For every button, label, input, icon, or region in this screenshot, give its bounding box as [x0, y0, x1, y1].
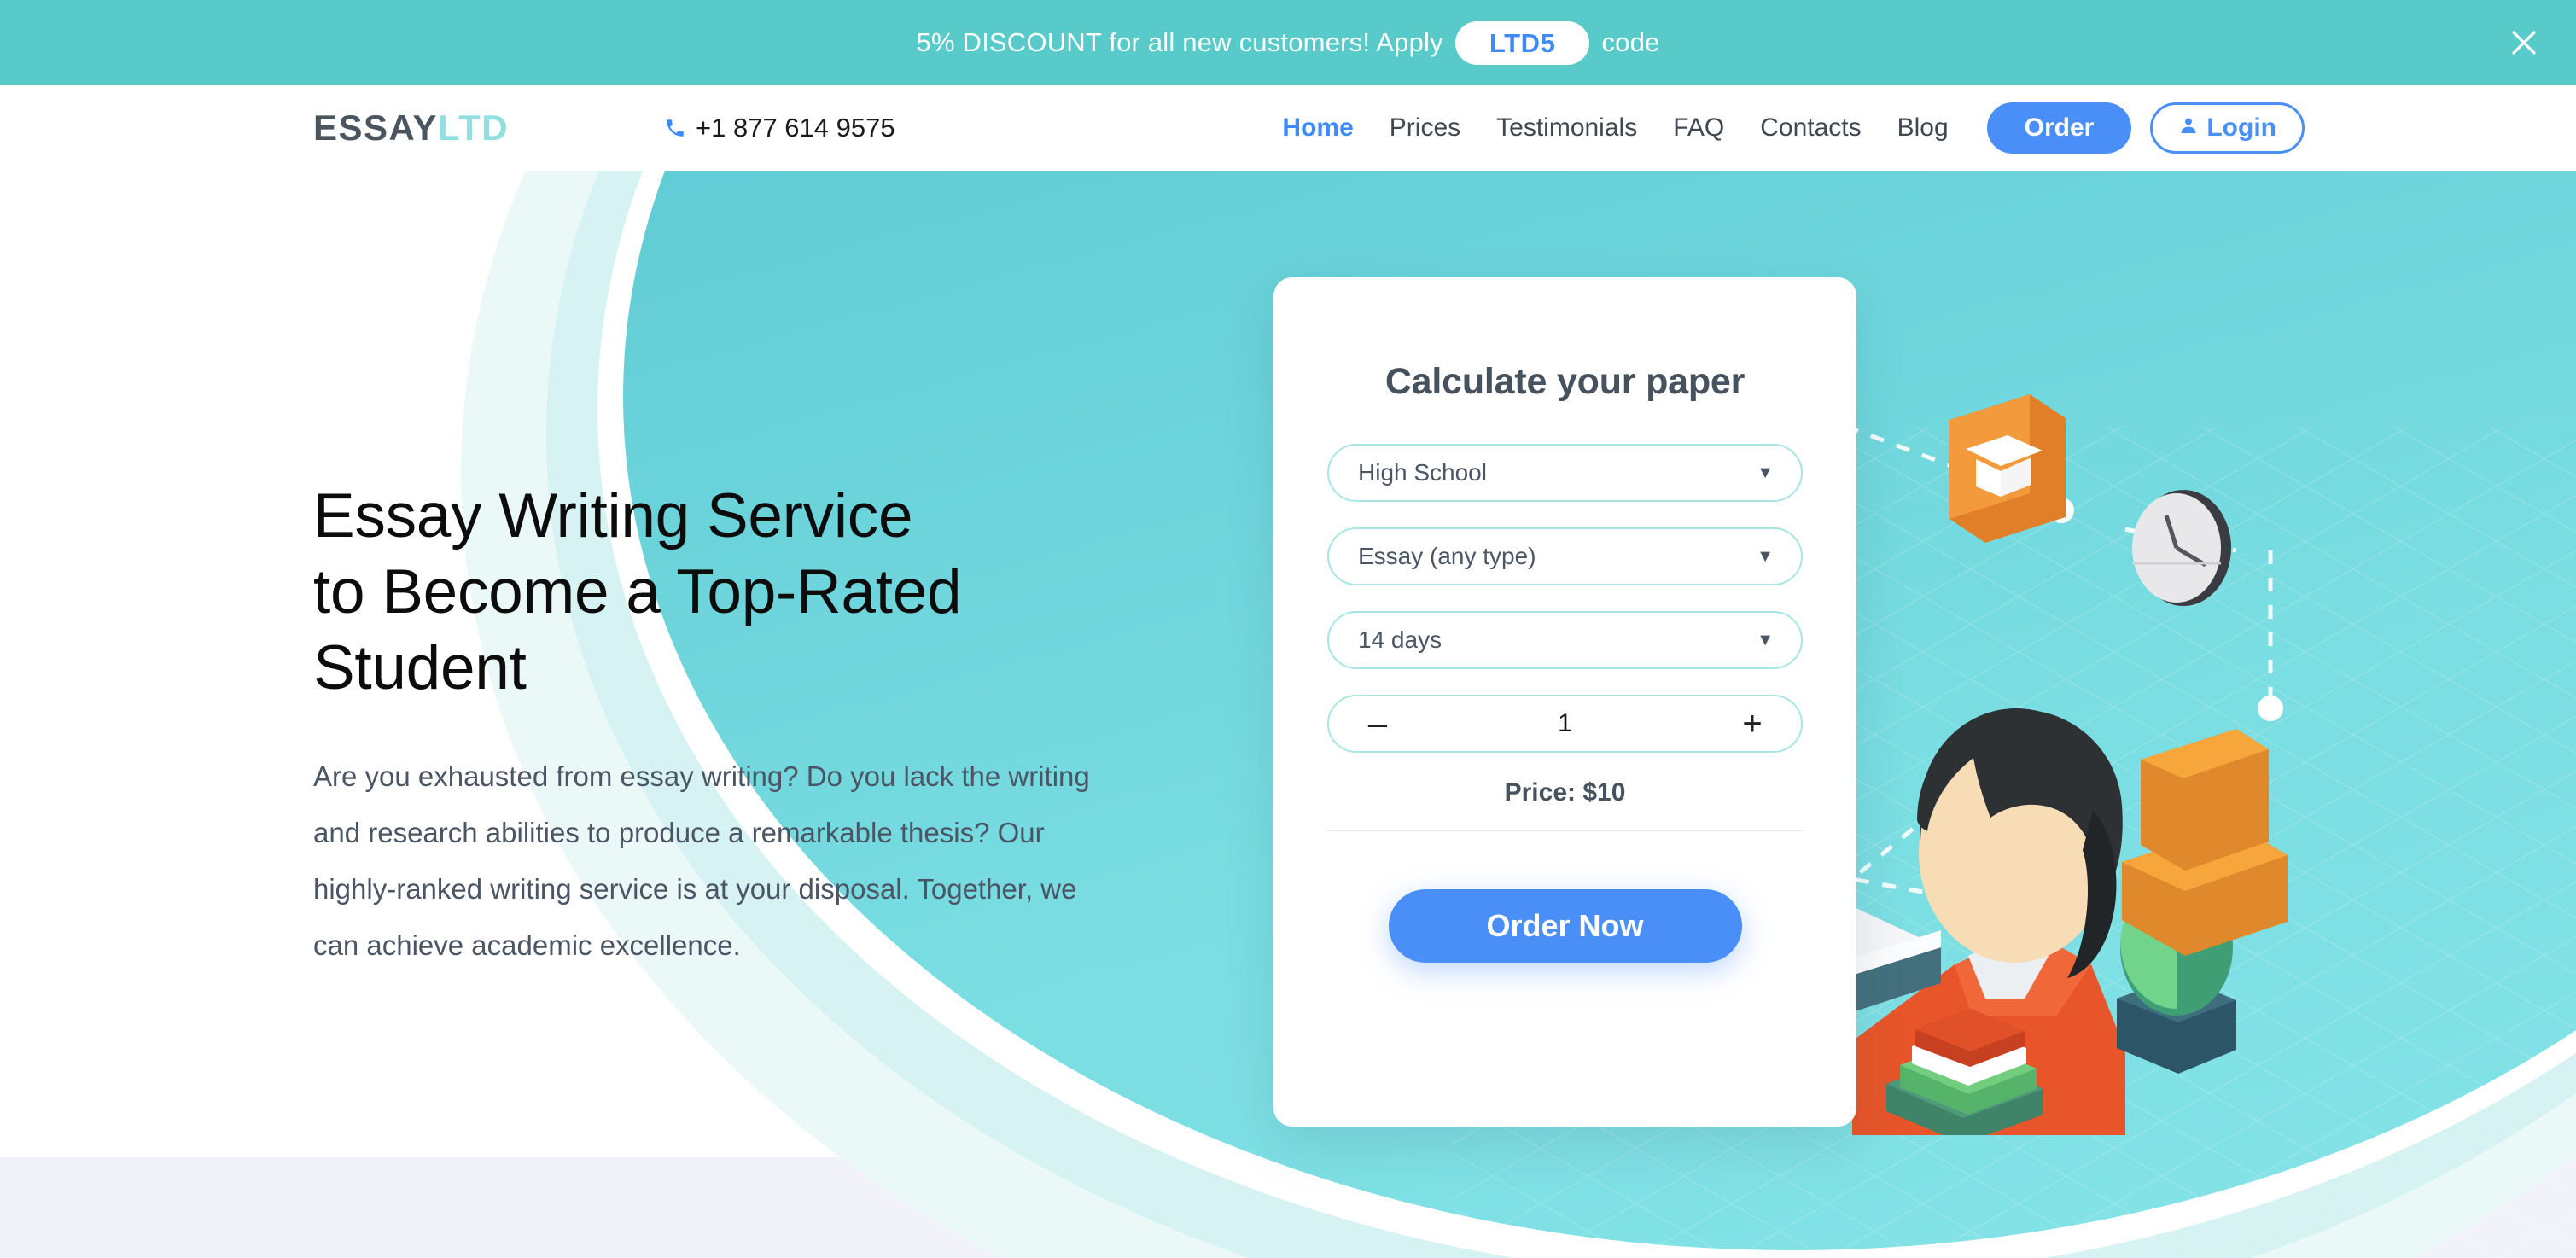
- close-icon[interactable]: [2504, 23, 2544, 62]
- clock-icon: [2132, 490, 2231, 606]
- increment-button[interactable]: +: [1733, 707, 1772, 741]
- order-now-button[interactable]: Order Now: [1388, 889, 1742, 963]
- order-button[interactable]: Order: [1986, 102, 2132, 154]
- hero-section: Essay Writing Service to Become a Top-Ra…: [313, 478, 1150, 974]
- hero-paragraph: Are you exhausted from essay writing? Do…: [313, 760, 1090, 962]
- paper-type-value: Essay (any type): [1358, 543, 1536, 569]
- lamp-icon: [2117, 729, 2288, 1074]
- promo-text: 5% DISCOUNT for all new customers! Apply…: [916, 20, 1660, 65]
- price-label: Price: $10: [1327, 778, 1803, 831]
- calculator-title: Calculate your paper: [1384, 361, 1746, 402]
- phone-number[interactable]: +1 877 614 9575: [664, 113, 895, 143]
- main-navigation: Home Prices Testimonials FAQ Contacts Bl…: [1264, 102, 2305, 154]
- academic-level-value: High School: [1358, 459, 1487, 486]
- nav-item-testimonials[interactable]: Testimonials: [1478, 114, 1655, 143]
- deadline-select[interactable]: 14 days ▼: [1327, 611, 1803, 669]
- pages-value[interactable]: 1: [1397, 709, 1733, 738]
- logo-secondary: LTD: [438, 108, 510, 148]
- nav-item-contacts[interactable]: Contacts: [1742, 114, 1879, 143]
- chevron-down-icon: ▼: [1757, 463, 1774, 482]
- phone-number-text: +1 877 614 9575: [696, 113, 895, 143]
- promo-banner: 5% DISCOUNT for all new customers! Apply…: [0, 0, 2576, 85]
- logo-primary: ESSAY: [313, 108, 439, 148]
- phone-icon: [664, 117, 686, 139]
- academic-level-select[interactable]: High School ▼: [1327, 444, 1803, 502]
- deadline-value: 14 days: [1358, 626, 1442, 653]
- paper-type-select[interactable]: Essay (any type) ▼: [1327, 527, 1803, 585]
- login-button[interactable]: Login: [2150, 102, 2305, 154]
- chevron-down-icon: ▼: [1757, 631, 1774, 649]
- site-header: ESSAYLTD +1 877 614 9575 Home Prices Tes…: [0, 85, 2576, 171]
- nav-item-prices[interactable]: Prices: [1372, 114, 1478, 143]
- page-title: Essay Writing Service to Become a Top-Ra…: [313, 481, 962, 703]
- nav-item-faq[interactable]: FAQ: [1655, 114, 1742, 143]
- login-button-label: Login: [2206, 114, 2276, 142]
- promo-prefix: 5% DISCOUNT for all new customers! Apply: [916, 27, 1443, 57]
- graduation-cap-card-icon: [1949, 394, 2066, 543]
- promo-suffix: code: [1601, 27, 1660, 57]
- student-studying-isometric-illustration: [1758, 367, 2526, 1135]
- chevron-down-icon: ▼: [1757, 547, 1774, 566]
- pages-stepper: – 1 +: [1327, 695, 1803, 753]
- price-calculator-card: Calculate your paper High School ▼ Essay…: [1273, 277, 1856, 1127]
- nav-item-home[interactable]: Home: [1264, 114, 1371, 143]
- landing-page: 5% DISCOUNT for all new customers! Apply…: [0, 0, 2576, 1258]
- nav-item-blog[interactable]: Blog: [1880, 114, 1967, 143]
- user-icon: [2178, 114, 2199, 143]
- promo-code-badge[interactable]: LTD5: [1454, 20, 1590, 65]
- logo[interactable]: ESSAYLTD: [313, 110, 509, 146]
- decrement-button[interactable]: –: [1358, 707, 1397, 741]
